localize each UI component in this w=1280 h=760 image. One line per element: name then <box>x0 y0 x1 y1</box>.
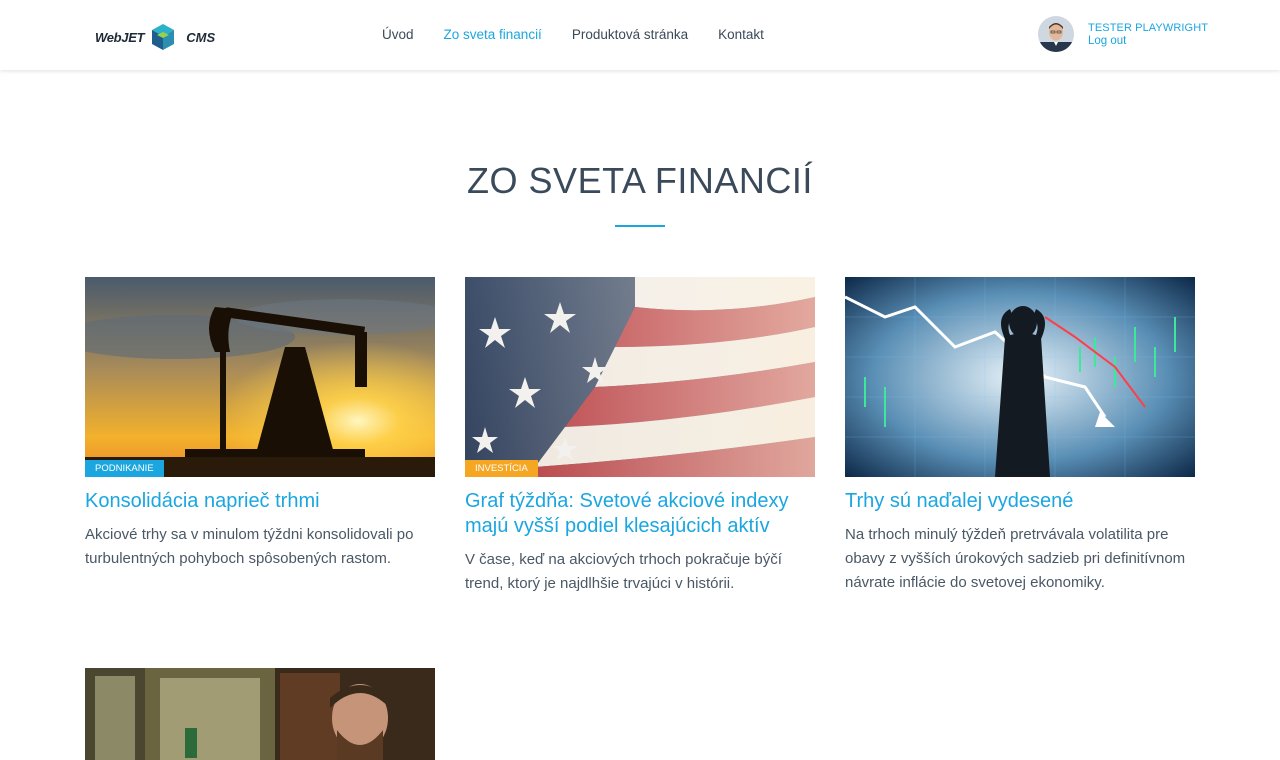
nav-item-kontakt[interactable]: Kontakt <box>718 27 764 42</box>
main-nav: Úvod Zo sveta financií Produktová stránk… <box>382 27 794 42</box>
article-card: Trhy sú naďalej vydesené Na trhoch minul… <box>845 277 1195 595</box>
logo-right-text: CMS <box>186 29 216 45</box>
logout-link[interactable]: Log out <box>1088 35 1208 47</box>
nav-item-uvod[interactable]: Úvod <box>382 27 414 42</box>
article-card: PODNIKANIE Konsolidácia naprieč trhmi Ak… <box>85 277 435 571</box>
avatar-icon <box>1038 16 1074 52</box>
article-title[interactable]: Trhy sú naďalej vydesené <box>845 489 1195 514</box>
title-divider <box>615 225 665 227</box>
article-image[interactable]: INVESTÍCIA <box>465 277 815 477</box>
webjet-logo[interactable]: WebJET CMS <box>95 22 215 52</box>
article-perex: V čase, keď na akciových trhoch pokračuj… <box>465 551 782 592</box>
article-title[interactable]: Graf týždňa: Svetové akciové indexy majú… <box>465 489 815 539</box>
oil-pump-image <box>85 277 435 477</box>
category-badge[interactable]: INVESTÍCIA <box>465 460 538 477</box>
page-title: ZO SVETA FINANCIÍ <box>467 160 813 201</box>
logo-left-text: WebJET <box>95 29 145 45</box>
site-header: WebJET CMS Úvod Zo sveta financií Produk… <box>0 0 1280 70</box>
article-perex: Akciové trhy sa v minulom týždni konsoli… <box>85 526 414 567</box>
article-title[interactable]: Konsolidácia naprieč trhmi <box>85 489 435 514</box>
avatar[interactable] <box>1038 16 1074 52</box>
stock-crash-image <box>845 277 1195 477</box>
article-card: INVESTÍCIA Graf týždňa: Svetové akciové … <box>465 277 815 596</box>
user-name: TESTER PLAYWRIGHT <box>1088 21 1209 34</box>
article-image[interactable] <box>845 277 1195 477</box>
logo-cube-icon <box>152 24 175 50</box>
article-perex: Na trhoch minulý týždeň pretrvávala vola… <box>845 526 1186 591</box>
article-image[interactable] <box>85 668 435 760</box>
nav-item-produktova-stranka[interactable]: Produktová stránka <box>572 27 688 42</box>
portrait-image <box>85 668 435 760</box>
nav-item-zo-sveta-financii[interactable]: Zo sveta financií <box>444 27 542 42</box>
article-image[interactable]: PODNIKANIE <box>85 277 435 477</box>
article-card <box>85 668 435 760</box>
category-badge[interactable]: PODNIKANIE <box>85 460 164 477</box>
us-flag-image <box>465 277 815 477</box>
user-menu: TESTER PLAYWRIGHT Log out <box>1038 16 1208 52</box>
